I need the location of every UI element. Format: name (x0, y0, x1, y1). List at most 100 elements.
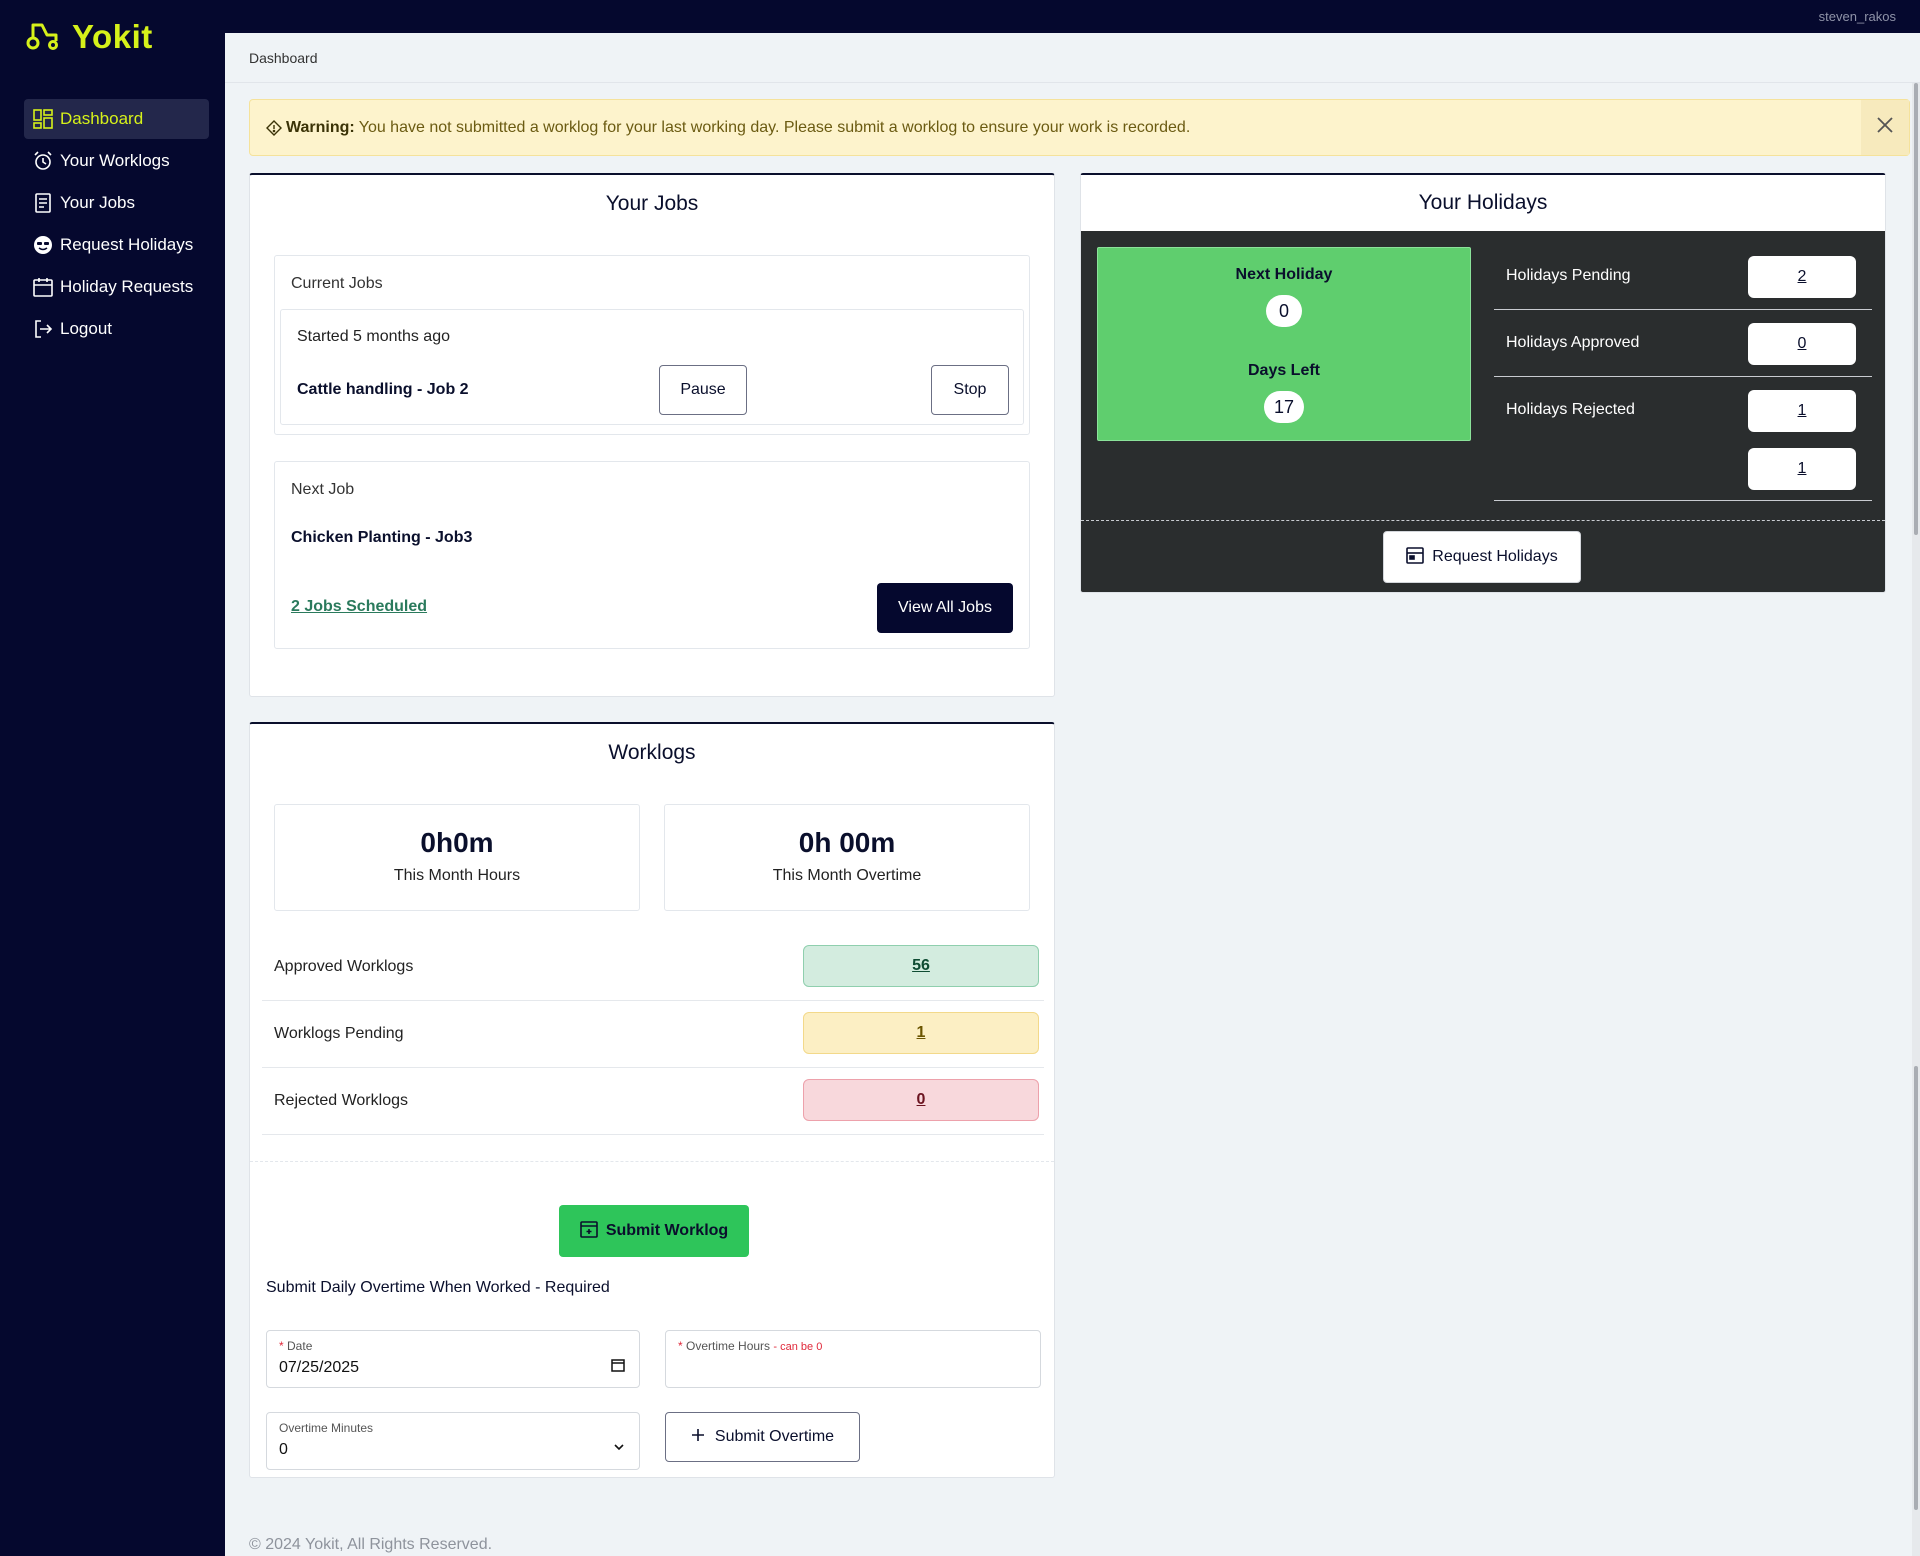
username-label[interactable]: steven_rakos (1819, 9, 1896, 24)
submit-worklog-label: Submit Worklog (605, 1222, 729, 1239)
top-bar: steven_rakos (0, 0, 1920, 33)
month-overtime-label: This Month Overtime (772, 867, 922, 884)
holidays-approved-row: Holidays Approved 0 (1494, 310, 1872, 377)
sidebar-item-holiday-requests[interactable]: Holiday Requests (24, 267, 209, 307)
request-holidays-button[interactable]: Request Holidays (1383, 531, 1581, 583)
plus-icon (691, 1428, 705, 1447)
submit-overtime-button[interactable]: Submit Overtime (665, 1412, 860, 1462)
sidebar-item-label: Dashboard (60, 109, 144, 128)
pause-button[interactable]: Pause (659, 365, 747, 415)
holidays-pending-button[interactable]: 2 (1748, 256, 1856, 298)
rejected-worklogs-row: Rejected Worklogs 0 (262, 1068, 1044, 1135)
sidebar-item-label: Your Jobs (60, 193, 135, 212)
divider (1081, 520, 1885, 521)
month-hours-value: 0h0m (420, 827, 494, 858)
document-list-icon (32, 192, 54, 214)
divider (225, 82, 1920, 83)
worklogs-card-title: Worklogs (608, 741, 696, 764)
date-field-label: * Date (279, 1339, 313, 1353)
next-holiday-value: 0 (1266, 295, 1302, 327)
month-overtime-value: 0h 00m (798, 827, 896, 858)
sidebar-item-label: Holiday Requests (60, 277, 194, 296)
sidebar: Yokit Dashboard Your Worklogs Your Jobs … (0, 0, 225, 1556)
breadcrumb[interactable]: Dashboard (249, 50, 318, 66)
overtime-hours-field[interactable]: * Overtime Hours - can be 0 (665, 1330, 1041, 1388)
holidays-extra-button[interactable]: 1 (1748, 448, 1856, 490)
holidays-approved-label: Holidays Approved (1506, 334, 1640, 351)
stop-button[interactable]: Stop (931, 365, 1009, 415)
sidebar-item-logout[interactable]: Logout (24, 309, 209, 349)
worklogs-card: Worklogs 0h0m This Month Hours 0h 00m Th… (249, 722, 1055, 1478)
overtime-minutes-select[interactable]: Overtime Minutes 0 (266, 1412, 640, 1470)
overtime-minutes-label: Overtime Minutes (279, 1421, 374, 1435)
holidays-approved-button[interactable]: 0 (1748, 323, 1856, 365)
submit-worklog-button[interactable]: Submit Worklog (559, 1205, 749, 1257)
current-jobs-label: Current Jobs (291, 275, 383, 292)
pending-worklogs-button[interactable]: 1 (803, 1012, 1039, 1054)
jobs-card: Your Jobs Current Jobs Started 5 months … (249, 173, 1055, 697)
alarm-clock-icon (32, 150, 54, 172)
smiley-sunglasses-icon (32, 234, 54, 256)
next-holiday-summary: Next Holiday 0 Days Left 17 (1097, 247, 1471, 441)
holidays-card-title: Your Holidays (1418, 191, 1548, 214)
approved-worklogs-row: Approved Worklogs 56 (262, 934, 1044, 1001)
main-content: Dashboard Warning: You have not submitte… (225, 33, 1920, 1556)
chevron-down-icon (613, 1440, 625, 1458)
month-overtime-metric: 0h 00m This Month Overtime (664, 804, 1030, 911)
close-icon (1876, 116, 1894, 139)
pending-worklogs-label: Worklogs Pending (274, 1025, 404, 1042)
sidebar-nav: Dashboard Your Worklogs Your Jobs Reques… (24, 99, 209, 351)
rejected-worklogs-label: Rejected Worklogs (274, 1092, 408, 1109)
logout-icon (32, 318, 54, 340)
job-started-text: Started 5 months ago (297, 328, 450, 345)
next-job-label: Next Job (291, 481, 355, 498)
sidebar-item-label: Your Worklogs (60, 151, 170, 170)
view-all-jobs-button[interactable]: View All Jobs (877, 583, 1013, 633)
jobs-card-title: Your Jobs (605, 192, 699, 215)
scrollbar-thumb[interactable] (1914, 83, 1918, 535)
holidays-card: Your Holidays Next Holiday 0 Days Left 1… (1080, 173, 1886, 593)
submit-overtime-label: Submit Overtime (714, 1428, 835, 1445)
close-warning-button[interactable] (1861, 100, 1909, 155)
date-field-value: 07/25/2025 (279, 1359, 360, 1376)
warning-message: You have not submitted a worklog for you… (358, 118, 1191, 136)
calendar-icon (32, 276, 54, 298)
month-hours-metric: 0h0m This Month Hours (274, 804, 640, 911)
warning-title: Warning: (286, 118, 355, 136)
approved-worklogs-button[interactable]: 56 (803, 945, 1039, 987)
jobs-scheduled-link[interactable]: 2 Jobs Scheduled (291, 598, 427, 616)
rejected-worklogs-button[interactable]: 0 (803, 1079, 1039, 1121)
calendar-picker-icon[interactable] (611, 1358, 625, 1377)
request-holidays-label: Request Holidays (1432, 548, 1558, 565)
next-job-name: Chicken Planting - Job3 (291, 529, 473, 546)
sidebar-item-request-holidays[interactable]: Request Holidays (24, 225, 209, 265)
days-left-value: 17 (1263, 391, 1305, 423)
next-holiday-label: Next Holiday (1235, 266, 1333, 283)
sidebar-item-your-jobs[interactable]: Your Jobs (24, 183, 209, 223)
calendar-icon (1406, 546, 1425, 569)
sidebar-item-label: Request Holidays (60, 235, 194, 254)
logo[interactable]: Yokit (26, 18, 153, 56)
holidays-card-header: Your Holidays (1081, 175, 1885, 231)
sidebar-item-dashboard[interactable]: Dashboard (24, 99, 209, 139)
divider (250, 1161, 1054, 1162)
scrollbar-thumb[interactable] (1914, 1066, 1918, 1510)
scrollbar[interactable] (1912, 83, 1920, 1556)
days-left-label: Days Left (1247, 362, 1321, 379)
overtime-minutes-value: 0 (279, 1441, 288, 1458)
overtime-section-title: Submit Daily Overtime When Worked - Requ… (266, 1279, 610, 1296)
calendar-add-icon (580, 1220, 598, 1243)
warning-banner: Warning: You have not submitted a worklo… (249, 99, 1910, 156)
approved-worklogs-label: Approved Worklogs (274, 958, 414, 975)
holidays-rejected-label: Holidays Rejected (1506, 401, 1635, 418)
warning-diamond-icon (266, 119, 282, 136)
holidays-pending-row: Holidays Pending 2 (1494, 243, 1872, 310)
dashboard-icon (32, 108, 54, 130)
holidays-rejected-button[interactable]: 1 (1748, 390, 1856, 432)
sidebar-item-your-worklogs[interactable]: Your Worklogs (24, 141, 209, 181)
holidays-rejected-row: Holidays Rejected 1 1 (1494, 377, 1872, 501)
date-field[interactable]: * Date 07/25/2025 (266, 1330, 640, 1388)
footer-copyright: © 2024 Yokit, All Rights Reserved. (249, 1536, 493, 1553)
brand-name: Yokit (72, 18, 153, 55)
overtime-hours-label: * Overtime Hours - can be 0 (678, 1339, 823, 1353)
